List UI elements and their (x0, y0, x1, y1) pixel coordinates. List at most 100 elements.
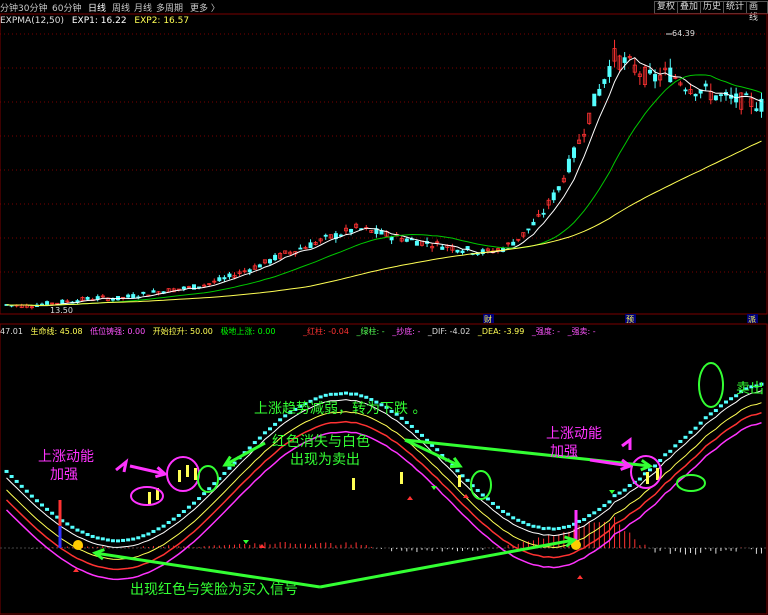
signal-dash (14, 479, 19, 483)
candle-body (754, 108, 759, 112)
high-price-label: 64.39 (672, 29, 695, 38)
sell-label: _强卖: - (567, 327, 596, 336)
candle-body (602, 79, 607, 84)
signal-dash (536, 525, 541, 529)
strength-bar (148, 492, 151, 504)
signal-dash (273, 422, 278, 426)
down-arrow-icon (609, 490, 615, 494)
signal-dash (668, 449, 673, 453)
signal-dash (105, 538, 110, 542)
candle-body (607, 66, 612, 77)
event-marker-2: 派 (748, 315, 756, 324)
candle-body (511, 241, 516, 246)
signal-dash (116, 539, 120, 543)
signal-dash (521, 520, 526, 524)
signal-dash (186, 505, 191, 509)
arrow-buy-right (319, 538, 575, 589)
candle-body (541, 212, 546, 215)
annotation-up-strong-1-line1: 上涨动能 (38, 449, 94, 465)
candle-body (141, 291, 146, 294)
signal-dash (70, 525, 75, 529)
signal-dash (50, 511, 55, 515)
signal-dash (171, 517, 176, 521)
strength-bar (194, 468, 197, 480)
strong-label: _强度: - (531, 327, 561, 336)
candle-body (298, 247, 303, 250)
signal-dash (29, 494, 34, 498)
strength-bar (656, 468, 659, 480)
signal-dash (658, 458, 663, 462)
signal-dash (252, 441, 257, 445)
candlestick-chart: 64.39 13.50 财 预 派 (0, 13, 768, 615)
arrow-up-strong-2-hook (621, 437, 632, 450)
signal-dash (460, 474, 465, 478)
signal-dash (713, 409, 718, 413)
candle-body (389, 236, 394, 241)
life-line-label: 生命线: 45.08 (30, 327, 83, 336)
annotation-up-strong-1: 上涨动能 加强 (38, 448, 94, 484)
annotation-red-gone: 红色消失与白色 出现为卖出 (272, 433, 370, 469)
signal-dash (566, 524, 571, 528)
arrow-up-strong-1-hook (115, 458, 129, 473)
signal-dash (65, 522, 70, 526)
signal-dash (724, 400, 728, 404)
signal-dash (197, 497, 202, 501)
signal-dash (420, 433, 424, 437)
annotation-red-gone-line2: 出现为卖出 (290, 452, 360, 468)
strength-bar (352, 478, 355, 490)
signal-dash (653, 464, 658, 468)
signal-dash (602, 504, 607, 508)
signal-dash (627, 484, 632, 488)
signal-dash (648, 468, 652, 472)
candle-body (683, 89, 688, 92)
candle-body (267, 259, 272, 264)
signal-dash (435, 448, 440, 452)
signal-dash (110, 539, 115, 543)
signal-dash (344, 391, 348, 395)
signal-dash (333, 392, 338, 396)
signal-dash (24, 489, 29, 493)
ma-yellow-line (6, 140, 762, 307)
signal-dash (693, 426, 698, 430)
candle-body (151, 290, 156, 293)
signal-dash (131, 537, 136, 541)
signal-dash (582, 518, 587, 522)
candle-body (227, 273, 232, 278)
main-legend: EXPMA(12,50) EXP1: 16.22 EXP2: 16.57 (0, 16, 194, 28)
red-curve (5, 411, 762, 571)
candle-body (440, 246, 445, 250)
signal-dash (577, 519, 582, 523)
candle-body (713, 95, 718, 101)
signal-dash (100, 537, 105, 541)
start-pull-label: 开始拉升: 50.00 (152, 327, 213, 336)
signal-dash (262, 431, 267, 435)
signal-dash (501, 509, 506, 513)
annotation-up-strong-2-line2: 加强 (550, 444, 578, 460)
candle-body (404, 238, 409, 242)
exp1-label: EXP1: 16.22 (71, 16, 127, 26)
green-col-label: _绿柱: - (356, 327, 385, 336)
signal-dash (126, 538, 131, 542)
annotation-sell: 卖出 (736, 381, 764, 397)
signal-dash (141, 534, 146, 538)
signal-dash (698, 421, 703, 425)
candle-body (131, 294, 136, 299)
signal-dash (718, 404, 723, 408)
signal-dash (490, 501, 495, 505)
candle-body (592, 93, 597, 107)
signal-dash (19, 484, 24, 488)
signal-dash (268, 427, 272, 431)
signal-dash (359, 394, 364, 398)
smile-label: _抄底: - (392, 327, 421, 336)
signal-dash (151, 529, 156, 533)
candle-body (703, 83, 708, 87)
signal-dash (409, 424, 414, 428)
signal-dash (496, 505, 500, 509)
strength-bar (178, 470, 181, 482)
signal-dash (637, 477, 642, 481)
annotation-up-strong-2: 上涨动能 加强 (546, 425, 602, 461)
signal-dash (541, 527, 546, 531)
down-arrow-icon (243, 540, 249, 544)
signal-dash (678, 439, 683, 443)
candle-body (247, 269, 252, 273)
